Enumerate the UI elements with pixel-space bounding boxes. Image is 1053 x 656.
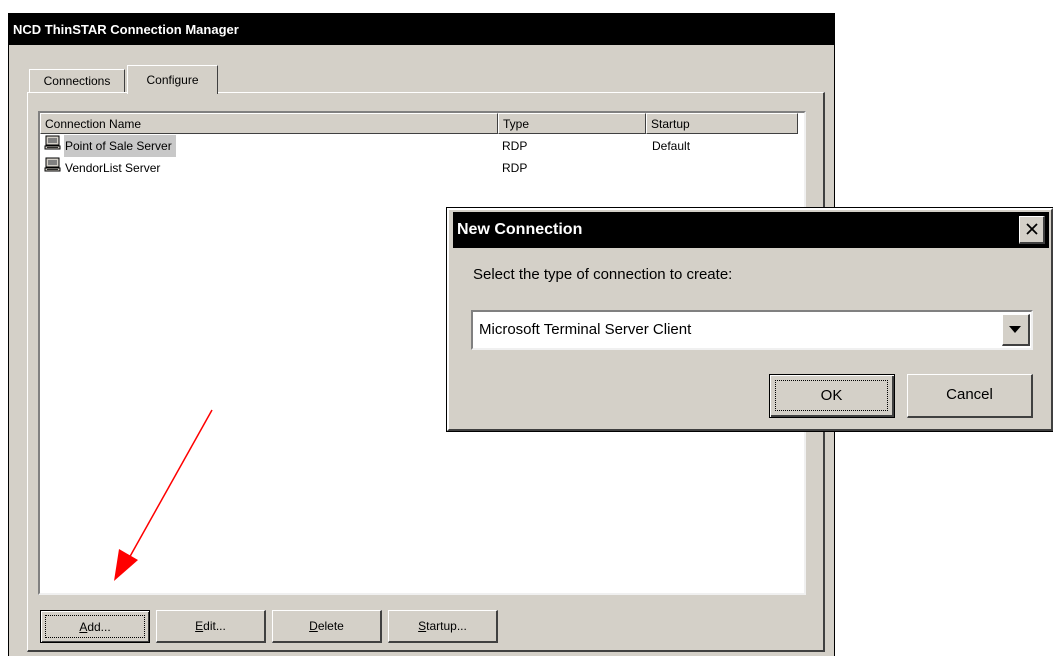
new-connection-dialog: New Connection Select the type of connec…	[446, 207, 1053, 432]
dialog-prompt: Select the type of connection to create:	[473, 266, 733, 283]
ok-button[interactable]: OK	[769, 374, 895, 418]
connection-name: VendorList Server	[65, 161, 161, 175]
add-label-rest: dd...	[87, 620, 111, 634]
computer-icon	[44, 135, 62, 158]
column-header-startup[interactable]: Startup	[646, 113, 798, 134]
dialog-title-bar[interactable]: New Connection	[453, 212, 1049, 248]
computer-icon	[44, 157, 62, 180]
connection-type: RDP	[502, 139, 528, 153]
edit-label-rest: dit...	[203, 619, 226, 633]
connection-startup: Default	[652, 139, 691, 153]
list-item[interactable]: VendorList Server RDP	[40, 157, 800, 179]
focus-rectangle: OK	[775, 380, 888, 411]
column-header-type[interactable]: Type	[498, 113, 646, 134]
close-icon[interactable]	[1019, 216, 1045, 244]
cancel-button[interactable]: Cancel	[907, 374, 1033, 418]
connection-name: Point of Sale Server	[64, 135, 176, 157]
window-title: NCD ThinSTAR Connection Manager	[9, 14, 834, 45]
startup-mnemonic: S	[418, 619, 427, 633]
tab-connections[interactable]: Connections	[29, 69, 125, 93]
chevron-down-icon[interactable]	[1002, 314, 1030, 346]
connection-type-value: Microsoft Terminal Server Client	[479, 321, 692, 338]
tab-configure[interactable]: Configure	[127, 65, 218, 94]
edit-button[interactable]: Edit...	[156, 610, 266, 643]
add-button[interactable]: Add...	[40, 610, 150, 643]
dialog-title: New Connection	[457, 221, 583, 238]
focus-rectangle: Add...	[45, 615, 145, 638]
edit-mnemonic: E	[195, 619, 204, 633]
connection-type-select[interactable]: Microsoft Terminal Server Client	[471, 310, 1033, 350]
delete-button[interactable]: Delete	[272, 610, 382, 643]
startup-label-rest: tartup...	[426, 619, 467, 633]
startup-button[interactable]: Startup...	[388, 610, 498, 643]
delete-mnemonic: D	[309, 619, 318, 633]
list-item[interactable]: Point of Sale Server RDP Default	[40, 135, 800, 157]
column-header-connection-name[interactable]: Connection Name	[40, 113, 498, 134]
delete-label-rest: elete	[317, 619, 344, 633]
connection-type: RDP	[502, 161, 528, 175]
